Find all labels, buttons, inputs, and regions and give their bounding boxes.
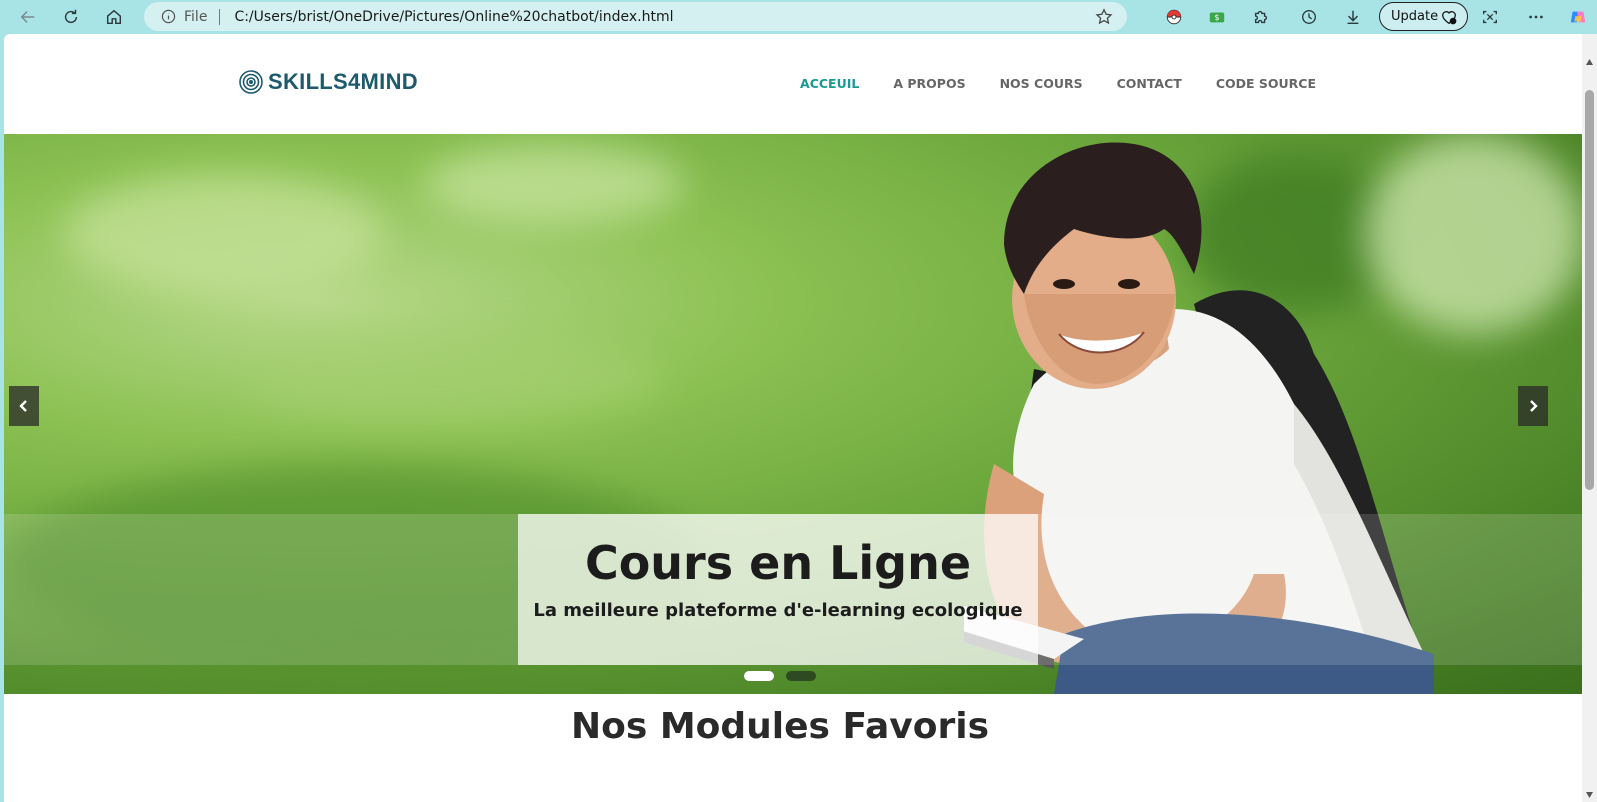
bokeh-light — [244, 334, 664, 424]
scroll-down-icon[interactable] — [1585, 791, 1594, 799]
more-icon[interactable] — [1523, 4, 1549, 30]
carousel-indicators — [744, 671, 828, 681]
page-viewport: SKILLS4MIND ACCEUIL A PROPOS NOS COURS C… — [4, 34, 1582, 802]
puzzle-extensions-icon[interactable] — [1248, 4, 1274, 30]
scroll-up-icon[interactable] — [1585, 58, 1594, 66]
screenshot-icon[interactable] — [1477, 4, 1503, 30]
scheme-label: File — [184, 8, 208, 25]
carousel-prev-button[interactable] — [9, 386, 39, 426]
address-bar[interactable]: File C:/Users/brist/OneDrive/Pictures/On… — [144, 2, 1127, 31]
scrollbar-thumb[interactable] — [1585, 90, 1594, 490]
history-icon[interactable] — [1296, 4, 1322, 30]
chevron-left-icon — [19, 400, 27, 412]
bokeh-light — [64, 174, 384, 294]
pokeball-extension-icon[interactable] — [1161, 4, 1187, 30]
nav-item-nos-cours[interactable]: NOS COURS — [1000, 76, 1083, 91]
nav-item-a-propos[interactable]: A PROPOS — [893, 76, 965, 91]
home-icon[interactable] — [99, 3, 129, 31]
download-icon[interactable] — [1340, 4, 1366, 30]
browser-toolbar: File C:/Users/brist/OneDrive/Pictures/On… — [0, 0, 1597, 34]
address-divider — [219, 8, 221, 25]
carousel-next-button[interactable] — [1518, 386, 1548, 426]
heart-pulse-icon — [1442, 11, 1457, 25]
hero-carousel: Cours en Ligne La meilleure plateforme d… — [4, 134, 1582, 694]
favorite-star-icon[interactable] — [1095, 8, 1113, 26]
update-button[interactable]: Update — [1379, 2, 1468, 31]
hero-subtitle: La meilleure plateforme d'e-learning eco… — [533, 600, 1023, 621]
nav-item-code-source[interactable]: CODE SOURCE — [1216, 76, 1316, 91]
money-extension-icon[interactable]: $ — [1204, 4, 1230, 30]
site-logo[interactable]: SKILLS4MIND — [238, 69, 418, 95]
section-title: Nos Modules Favoris — [571, 706, 989, 747]
update-label: Update — [1391, 9, 1439, 24]
site-header: SKILLS4MIND ACCEUIL A PROPOS NOS COURS C… — [4, 34, 1582, 136]
page-scrollbar[interactable] — [1582, 34, 1597, 802]
back-arrow-icon[interactable] — [13, 3, 43, 31]
logo-text: SKILLS4MIND — [268, 69, 418, 94]
carousel-dot-1[interactable] — [744, 671, 774, 681]
refresh-icon[interactable] — [56, 3, 86, 31]
hero-title: Cours en Ligne — [584, 536, 972, 590]
chevron-right-icon — [1530, 400, 1538, 412]
carousel-dot-2[interactable] — [786, 671, 816, 681]
main-nav: ACCEUIL A PROPOS NOS COURS CONTACT CODE … — [766, 76, 1316, 91]
svg-text:$: $ — [1214, 12, 1219, 22]
url-text[interactable]: C:/Users/brist/OneDrive/Pictures/Online%… — [234, 9, 673, 25]
hero-caption: Cours en Ligne La meilleure plateforme d… — [518, 514, 1038, 665]
logo-spiral-icon — [239, 70, 263, 94]
nav-item-acceuil[interactable]: ACCEUIL — [800, 76, 859, 91]
copilot-icon[interactable] — [1565, 4, 1591, 30]
bokeh-light — [424, 144, 684, 224]
info-icon[interactable] — [160, 9, 176, 25]
nav-item-contact[interactable]: CONTACT — [1117, 76, 1182, 91]
